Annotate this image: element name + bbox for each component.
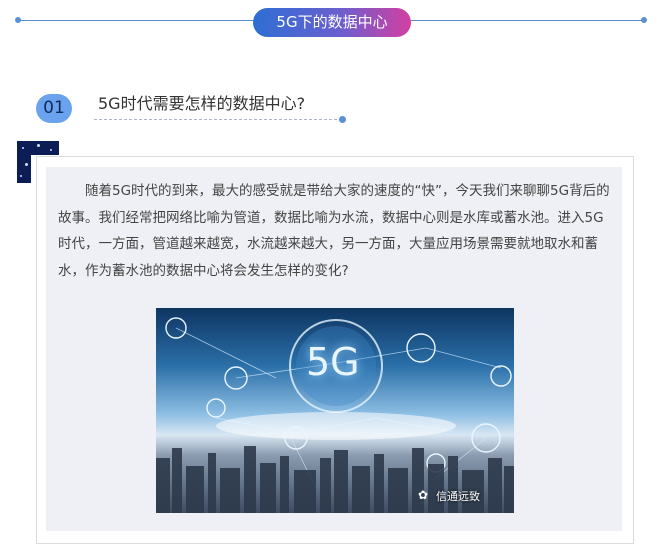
wechat-icon: ✿ (418, 488, 429, 502)
heading-underline (94, 119, 342, 120)
section-number-badge: 01 (36, 94, 72, 123)
divider-right-dot (641, 17, 647, 23)
heading-underline-dot (339, 116, 346, 123)
article-paragraph: 随着5G时代的到来，最大的感受就是带给大家的速度的“快”，今天我们来聊聊5G背后… (58, 183, 610, 279)
image-watermark: 信通远致 (436, 490, 480, 503)
network-graphic (156, 317, 514, 513)
divider-left-dot (15, 17, 21, 23)
section-heading: 5G时代需要怎样的数据中心? (98, 94, 306, 113)
5g-city-illustration: 5G ✿ 信通远致 (156, 308, 514, 513)
5g-overlay-text: 5G (306, 340, 360, 384)
page-title: 5G下的数据中心 (253, 8, 411, 37)
